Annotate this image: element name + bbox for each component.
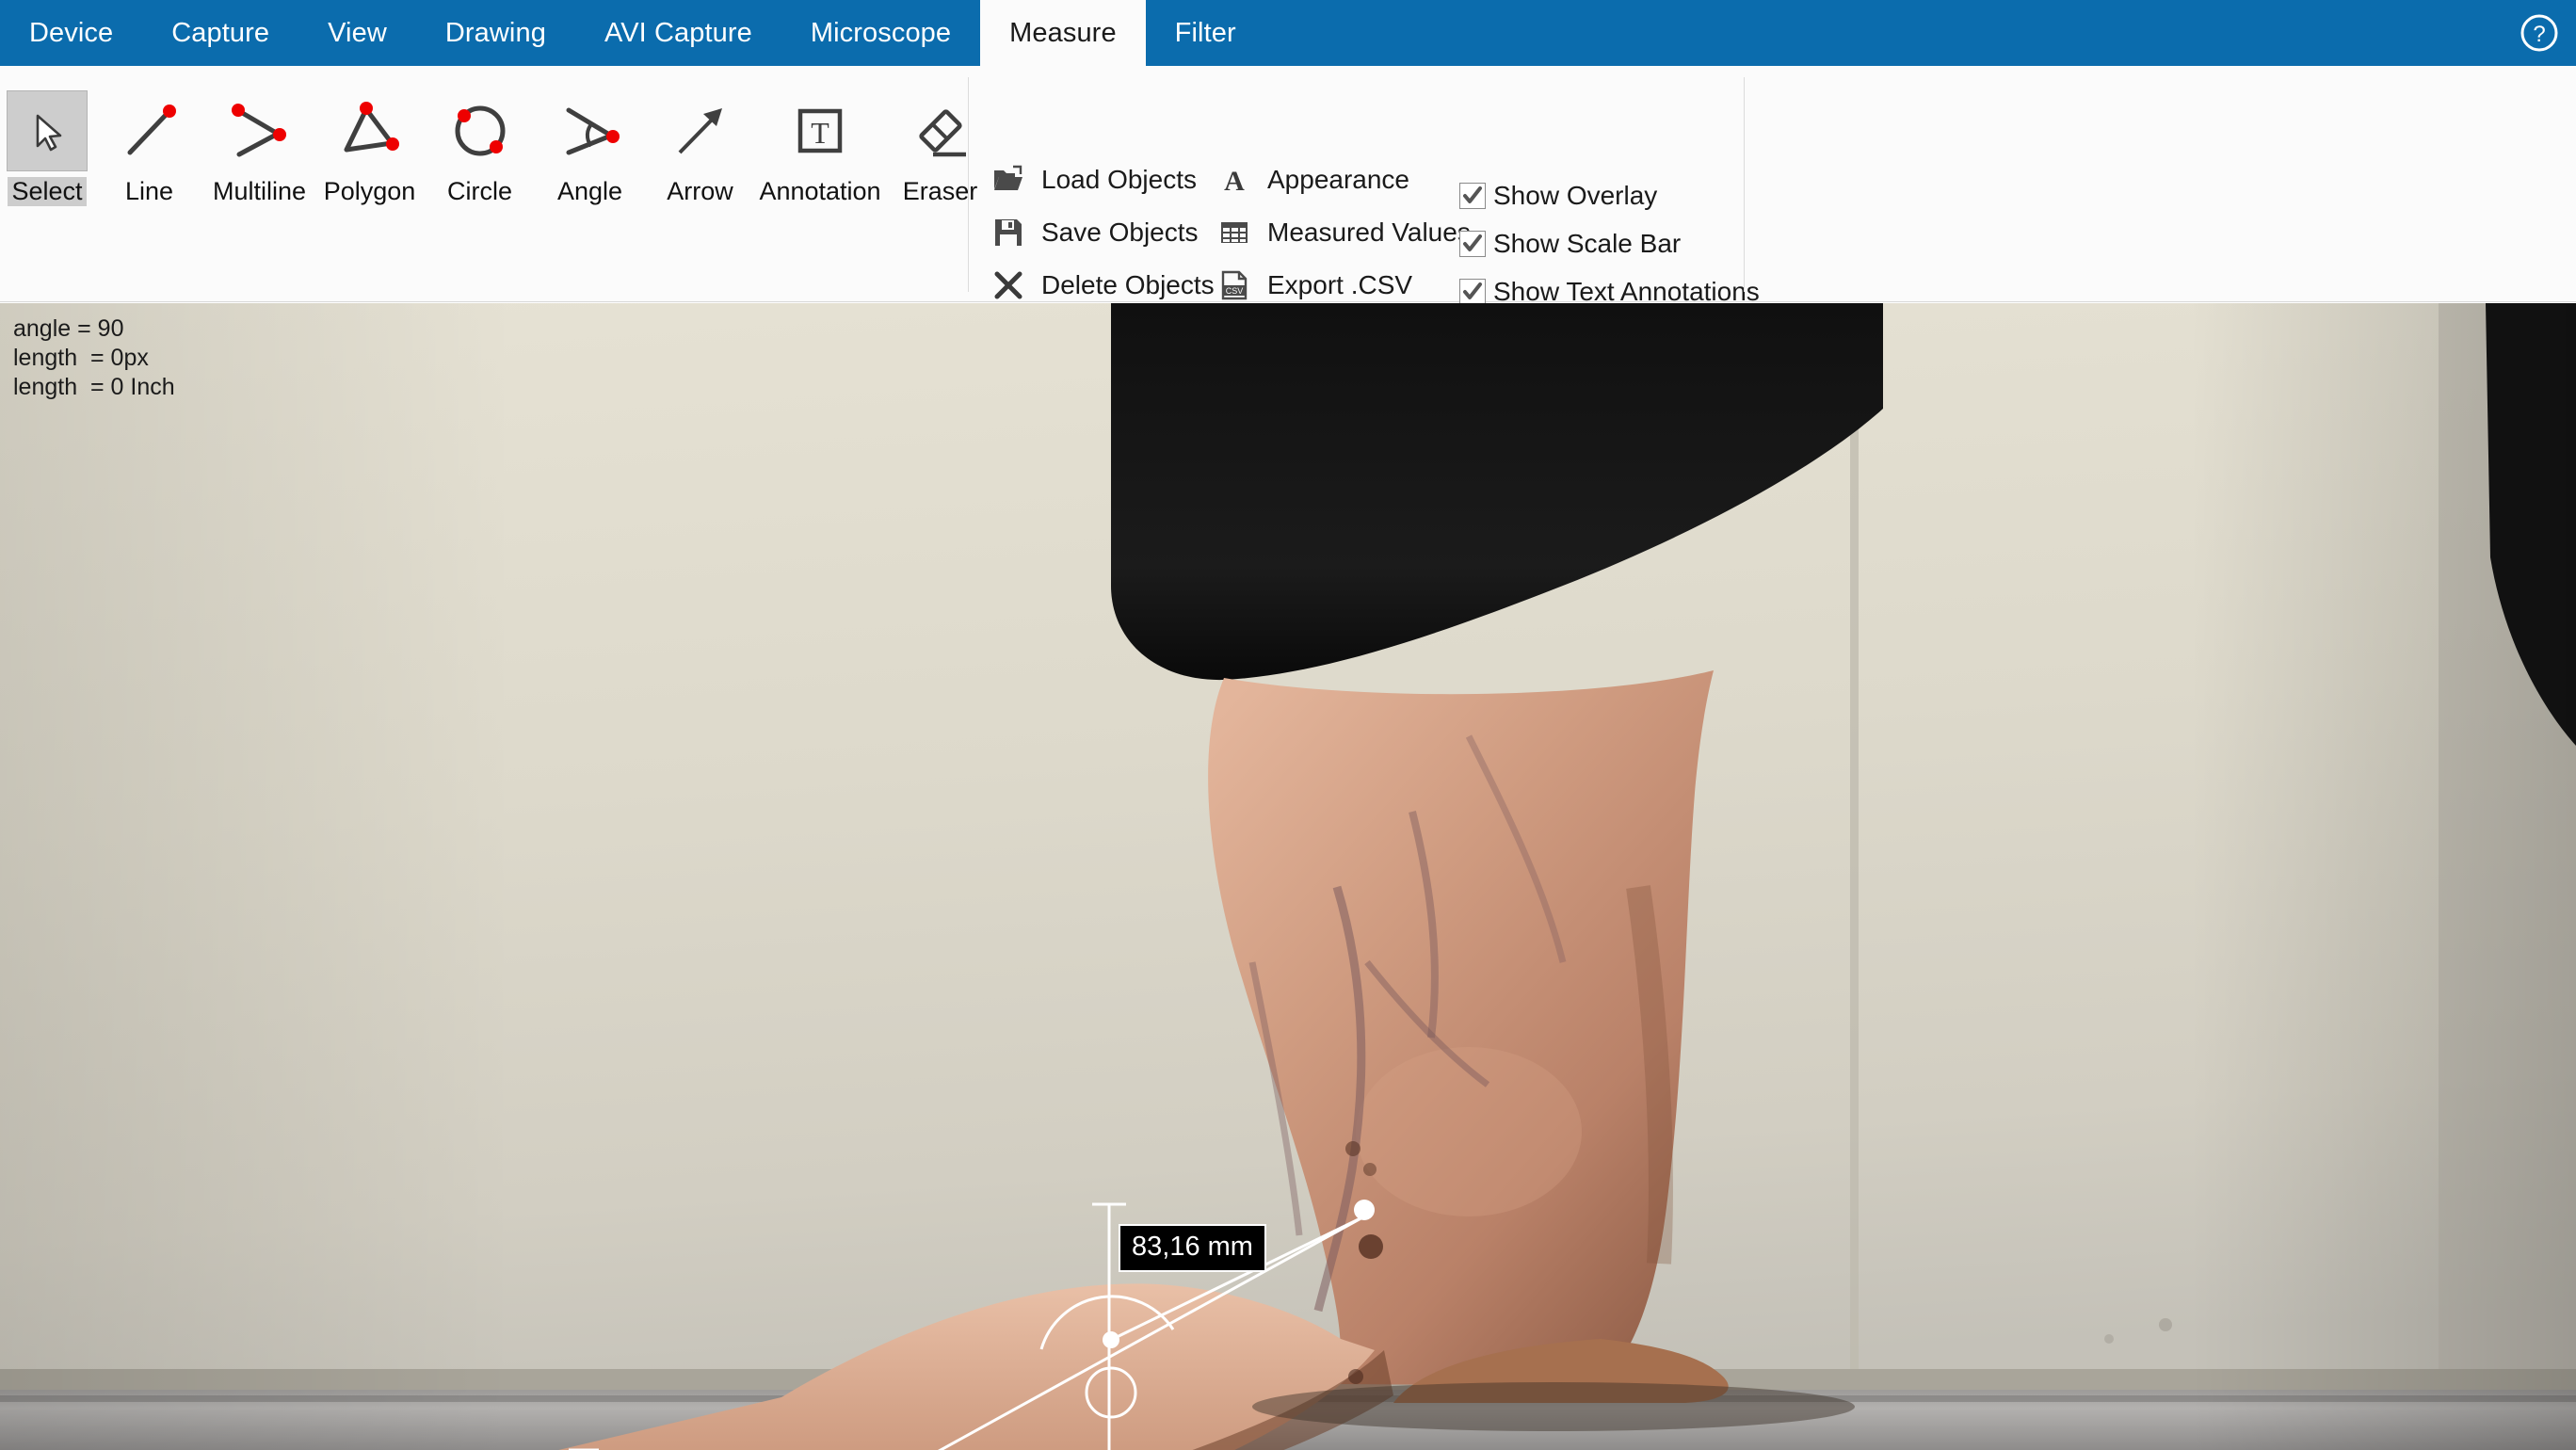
menu-item-avi-capture[interactable]: AVI Capture (575, 0, 781, 66)
tool-label: Polygon (323, 177, 416, 205)
menu-item-microscope[interactable]: Microscope (781, 0, 980, 66)
load-objects-button[interactable]: Load Objects (990, 162, 1215, 198)
angle-icon (550, 90, 631, 171)
checkbox-box (1459, 279, 1486, 305)
menu-item-label: Capture (171, 17, 270, 48)
command-label: Appearance (1267, 165, 1410, 194)
svg-text:CSV: CSV (1226, 286, 1244, 296)
help-circle-icon[interactable]: ? (2518, 11, 2561, 55)
tool-select[interactable]: Select (0, 81, 94, 206)
save-objects-button[interactable]: Save Objects (990, 215, 1215, 250)
values-command-group: A Appearance Measured Values CSV Export … (1216, 162, 1471, 303)
command-label: Delete Objects (1041, 270, 1215, 299)
checkbox-box (1459, 231, 1486, 257)
tool-arrow[interactable]: Arrow (645, 81, 755, 206)
menu-item-filter[interactable]: Filter (1146, 0, 1265, 66)
ribbon-separator-2 (1744, 77, 1745, 292)
csv-file-icon: CSV (1216, 267, 1252, 303)
tool-label: Circle (446, 177, 512, 205)
checkbox-label: Show Overlay (1493, 181, 1658, 210)
floppy-disk-icon (990, 215, 1026, 250)
menu-item-label: Filter (1174, 17, 1236, 48)
circle-marker-upper (1085, 1366, 1137, 1419)
tool-label: Arrow (667, 177, 733, 205)
tool-angle[interactable]: Angle (535, 81, 645, 206)
tool-label: Angle (556, 177, 623, 205)
polygon-icon (330, 90, 411, 171)
tool-multiline[interactable]: Multiline (204, 81, 314, 206)
tool-annotation[interactable]: T Annotation (755, 81, 885, 206)
export-csv-button[interactable]: CSV Export .CSV (1216, 267, 1471, 303)
menu-item-device[interactable]: Device (0, 0, 142, 66)
menu-item-label: Device (29, 17, 114, 48)
command-label: Save Objects (1041, 218, 1199, 247)
font-a-icon: A (1216, 162, 1252, 198)
live-image-canvas[interactable]: angle = 90 length = 0px length = 0 Inch … (0, 303, 2576, 1450)
measure-ribbon: Select Line Multiline Polygon Circle Ang… (0, 66, 2576, 306)
measure-tool-strip: Select Line Multiline Polygon Circle Ang… (0, 66, 995, 317)
tool-eraser[interactable]: Eraser (885, 81, 995, 206)
ribbon-separator-1 (968, 77, 969, 292)
svg-text:T: T (811, 116, 829, 150)
line-icon (109, 90, 190, 171)
appearance-button[interactable]: A Appearance (1216, 162, 1471, 198)
open-folder-icon (990, 162, 1026, 198)
checkmark-icon (1463, 282, 1482, 299)
show-overlay-checkbox[interactable]: Show Overlay (1459, 181, 1760, 211)
table-grid-icon (1216, 215, 1252, 250)
checkbox-box (1459, 183, 1486, 209)
tool-label: Eraser (902, 177, 978, 205)
menu-item-label: View (328, 17, 387, 48)
measurement-label-vertical-height[interactable]: 83,16 mm (1119, 1224, 1266, 1272)
checkmark-icon (1463, 186, 1482, 203)
command-label: Load Objects (1041, 165, 1197, 194)
tool-line[interactable]: Line (94, 81, 204, 206)
arrow-icon (660, 90, 741, 171)
command-label: Export .CSV (1267, 270, 1413, 299)
objects-command-group: Load Objects Save Objects Delete Objects (990, 162, 1215, 303)
menu-item-label: Drawing (444, 17, 546, 48)
tool-label: Select (8, 177, 87, 206)
tool-polygon[interactable]: Polygon (314, 81, 425, 206)
checkmark-icon (1463, 234, 1482, 251)
svg-text:?: ? (2533, 22, 2545, 47)
menu-item-label: AVI Capture (604, 17, 752, 48)
cursor-arrow-icon (7, 90, 88, 171)
menu-item-label: Measure (1009, 17, 1117, 48)
multiline-icon (219, 90, 300, 171)
tool-circle[interactable]: Circle (425, 81, 535, 206)
measured-values-button[interactable]: Measured Values (1216, 215, 1471, 250)
menu-item-capture[interactable]: Capture (142, 0, 298, 66)
svg-text:A: A (1224, 166, 1245, 196)
text-box-icon: T (780, 90, 861, 171)
menu-item-label: Microscope (810, 17, 952, 48)
delete-objects-button[interactable]: Delete Objects (990, 267, 1215, 303)
menu-item-view[interactable]: View (298, 0, 416, 66)
tool-label: Multiline (212, 177, 307, 205)
show-scale-bar-checkbox[interactable]: Show Scale Bar (1459, 229, 1760, 259)
tool-label: Annotation (759, 177, 881, 205)
display-options-group: Show Overlay Show Scale Bar Show Text An… (1459, 181, 1760, 307)
overlay-info-text: angle = 90 length = 0px length = 0 Inch (13, 315, 175, 400)
measurement-overlay (569, 1200, 1375, 1450)
tool-label: Line (124, 177, 174, 205)
checkbox-label: Show Scale Bar (1493, 229, 1682, 258)
menu-item-drawing[interactable]: Drawing (416, 0, 575, 66)
x-cross-icon (990, 267, 1026, 303)
command-label: Measured Values (1267, 218, 1471, 247)
menu-item-measure[interactable]: Measure (980, 0, 1146, 66)
main-menu-bar: Device Capture View Drawing AVI Capture … (0, 0, 2576, 66)
circle-icon (440, 90, 521, 171)
